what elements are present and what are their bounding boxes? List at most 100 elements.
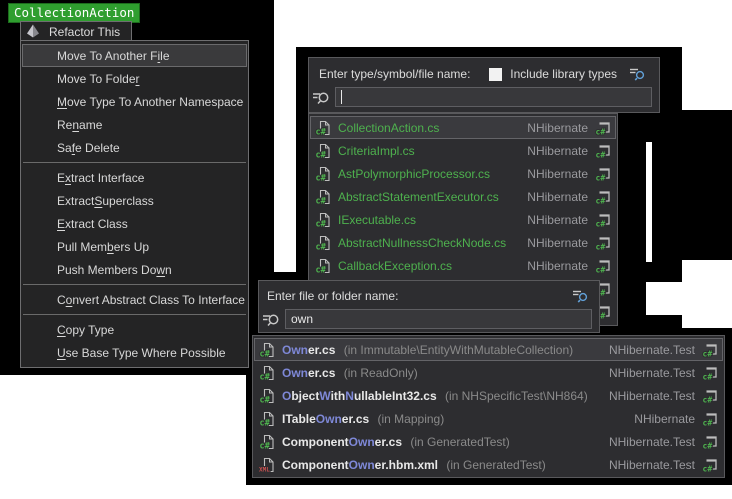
svg-text:c#: c# bbox=[596, 219, 606, 228]
file-name: ComponentOwner.cs (in GeneratedTest) bbox=[282, 435, 602, 449]
file-popup-label: Enter file or folder name: bbox=[267, 289, 398, 303]
cs-file-icon: c# bbox=[259, 411, 275, 427]
type-popup-label: Enter type/symbol/file name: bbox=[319, 67, 470, 81]
menu-item[interactable]: Move To Another File bbox=[22, 44, 247, 67]
menu-item[interactable]: Rename bbox=[22, 113, 247, 136]
file-result-row[interactable]: c# Owner.cs (in ReadOnly) NHibernate.Tes… bbox=[254, 361, 723, 384]
file-result-row[interactable]: c# ComponentOwner.cs (in GeneratedTest) … bbox=[254, 430, 723, 453]
filter-search-icon[interactable] bbox=[572, 288, 589, 304]
file-location: (in GeneratedTest) bbox=[443, 458, 546, 472]
menu-item[interactable]: Copy Type bbox=[22, 318, 247, 341]
svg-text:c#: c# bbox=[703, 464, 713, 473]
cs-project-icon: c# bbox=[702, 388, 718, 404]
menu-separator bbox=[23, 162, 246, 163]
cs-file-icon: c# bbox=[259, 342, 275, 358]
cs-project-icon: c# bbox=[702, 457, 718, 473]
project-name: NHibernate bbox=[527, 190, 588, 204]
file-location: (in Mapping) bbox=[374, 412, 444, 426]
file-result-row[interactable]: XML ComponentOwner.hbm.xml (in Generated… bbox=[254, 453, 723, 476]
svg-text:c#: c# bbox=[596, 150, 606, 159]
project-name: NHibernate.Test bbox=[609, 343, 695, 357]
svg-text:c#: c# bbox=[596, 242, 606, 251]
menu-item[interactable]: Extract Interface bbox=[22, 166, 247, 189]
svg-text:c#: c# bbox=[260, 441, 271, 450]
project-name: NHibernate bbox=[527, 213, 588, 227]
refactor-menu: Move To Another File Move To Folder Move… bbox=[20, 40, 249, 368]
cs-file-icon: c# bbox=[315, 166, 331, 182]
cs-project-icon: c# bbox=[595, 143, 611, 159]
file-location: (in Immutable\EntityWithMutableCollectio… bbox=[340, 343, 573, 357]
type-search-input[interactable] bbox=[335, 87, 652, 107]
cs-file-icon: c# bbox=[259, 434, 275, 450]
file-location: (in ReadOnly) bbox=[340, 366, 417, 380]
file-name: ComponentOwner.hbm.xml (in GeneratedTest… bbox=[282, 458, 602, 472]
refactor-this-header[interactable]: Refactor This bbox=[20, 21, 132, 42]
white-artifact-stripe bbox=[646, 142, 652, 262]
project-name: NHibernate bbox=[527, 167, 588, 181]
include-library-types-label: Include library types bbox=[510, 67, 617, 81]
type-popup-backdrop-right bbox=[682, 110, 732, 260]
include-library-types-checkbox[interactable] bbox=[489, 68, 502, 81]
file-name: AbstractNullnessCheckNode.cs bbox=[338, 236, 520, 250]
file-name: IExecutable.cs bbox=[338, 213, 520, 227]
svg-text:c#: c# bbox=[260, 349, 271, 358]
file-search-input[interactable] bbox=[285, 309, 592, 329]
menu-item[interactable]: Move To Folder bbox=[22, 67, 247, 90]
cs-file-icon: c# bbox=[259, 388, 275, 404]
svg-text:c#: c# bbox=[703, 349, 713, 358]
menu-item[interactable]: Safe Delete bbox=[22, 136, 247, 159]
project-name: NHibernate.Test bbox=[609, 389, 695, 403]
project-name: NHibernate.Test bbox=[609, 366, 695, 380]
file-result-row[interactable]: c# ObjectWithNullableInt32.cs (in NHSpec… bbox=[254, 384, 723, 407]
white-artifact-rect bbox=[646, 282, 697, 315]
svg-text:c#: c# bbox=[596, 127, 606, 136]
search-input-icon bbox=[312, 89, 332, 105]
cs-file-icon: c# bbox=[315, 258, 331, 274]
cs-project-icon: c# bbox=[595, 258, 611, 274]
type-result-row[interactable]: c# AbstractStatementExecutor.cs NHiberna… bbox=[310, 185, 616, 208]
svg-text:c#: c# bbox=[260, 418, 271, 427]
cs-file-icon: c# bbox=[315, 143, 331, 159]
file-result-row[interactable]: c# ITableOwner.cs (in Mapping) NHibernat… bbox=[254, 407, 723, 430]
menu-item[interactable]: Convert Abstract Class To Interface bbox=[22, 288, 247, 311]
file-name: CallbackException.cs bbox=[338, 259, 520, 273]
project-name: NHibernate bbox=[527, 236, 588, 250]
refactor-this-label: Refactor This bbox=[49, 25, 120, 39]
type-result-row[interactable]: c# AstPolymorphicProcessor.cs NHibernate… bbox=[310, 162, 616, 185]
search-input-icon bbox=[262, 311, 282, 327]
refactor-icon bbox=[26, 24, 42, 40]
svg-text:c#: c# bbox=[316, 265, 327, 274]
type-result-row[interactable]: c# CallbackException.cs NHibernate c# bbox=[310, 254, 616, 277]
file-location: (in GeneratedTest) bbox=[407, 435, 510, 449]
cs-project-icon: c# bbox=[702, 434, 718, 450]
cs-file-icon: c# bbox=[315, 235, 331, 251]
type-result-row[interactable]: c# CriteriaImpl.cs NHibernate c# bbox=[310, 139, 616, 162]
type-result-row[interactable]: c# IExecutable.cs NHibernate c# bbox=[310, 208, 616, 231]
menu-item[interactable]: Move Type To Another Namespace bbox=[22, 90, 247, 113]
file-result-row[interactable]: c# Owner.cs (in Immutable\EntityWithMuta… bbox=[254, 338, 723, 361]
type-result-row[interactable]: c# CollectionAction.cs NHibernate c# bbox=[310, 116, 616, 139]
cs-file-icon: c# bbox=[259, 365, 275, 381]
menu-item[interactable]: Extract Class bbox=[22, 212, 247, 235]
filter-search-icon[interactable] bbox=[629, 66, 646, 82]
menu-item[interactable]: Extract Superclass bbox=[22, 189, 247, 212]
svg-text:c#: c# bbox=[316, 219, 327, 228]
cs-project-icon: c# bbox=[702, 411, 718, 427]
svg-text:c#: c# bbox=[596, 173, 606, 182]
file-name: Owner.cs (in ReadOnly) bbox=[282, 366, 602, 380]
type-result-row[interactable]: c# AbstractNullnessCheckNode.cs NHiberna… bbox=[310, 231, 616, 254]
svg-text:c#: c# bbox=[316, 196, 327, 205]
cs-file-icon: c# bbox=[315, 189, 331, 205]
file-popup-header: Enter file or folder name: bbox=[258, 280, 600, 333]
svg-text:c#: c# bbox=[316, 127, 327, 136]
menu-item[interactable]: Pull Members Up bbox=[22, 235, 247, 258]
svg-text:c#: c# bbox=[316, 173, 327, 182]
xml-file-icon: XML bbox=[259, 457, 275, 473]
file-name: AstPolymorphicProcessor.cs bbox=[338, 167, 520, 181]
cs-project-icon: c# bbox=[595, 189, 611, 205]
menu-separator bbox=[23, 314, 246, 315]
file-popup-results: c# Owner.cs (in Immutable\EntityWithMuta… bbox=[252, 335, 725, 478]
menu-separator bbox=[23, 284, 246, 285]
menu-item[interactable]: Push Members Down bbox=[22, 258, 247, 281]
menu-item[interactable]: Use Base Type Where Possible bbox=[22, 341, 247, 364]
